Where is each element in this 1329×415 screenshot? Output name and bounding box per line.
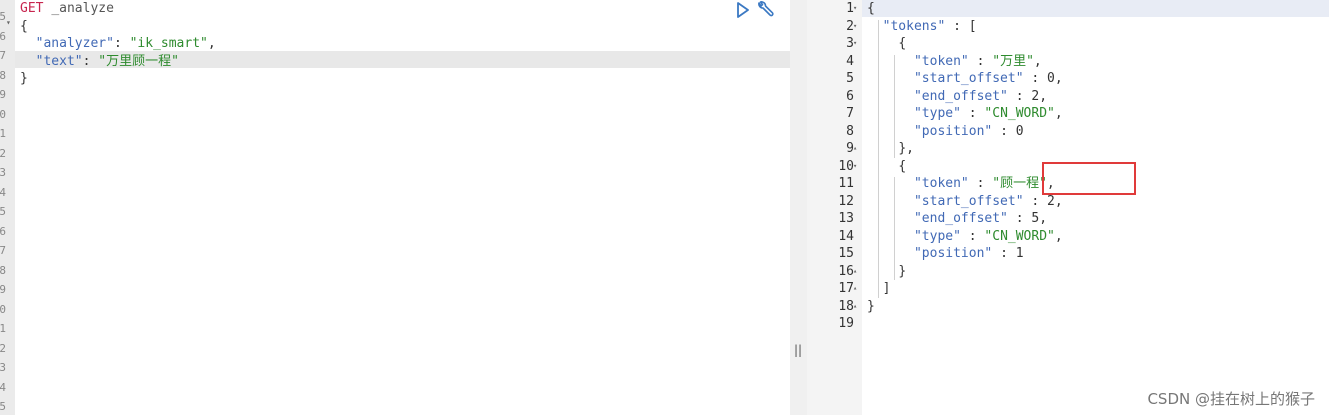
line-number: 7 <box>0 244 6 257</box>
pane-resize-divider[interactable]: || <box>790 0 807 415</box>
line-number: 4 <box>846 53 854 69</box>
response-line: "start_offset" : 2, <box>913 193 1063 209</box>
brace: { <box>20 18 28 34</box>
brace: } <box>20 71 28 86</box>
line-number: 13 <box>838 211 854 226</box>
fold-arrow-up-icon[interactable]: ▴ <box>853 298 857 315</box>
request-editor-pane[interactable]: ▾ 5 6 7 8 9 0 1 2 3 4 5 6 7 8 9 0 1 2 3 4 5 GET _analyze { "… <box>0 0 790 415</box>
line-number: 7 <box>0 49 6 62</box>
line-number: 2 <box>0 341 6 355</box>
indent-guide <box>878 19 879 298</box>
indent-guide <box>894 54 895 158</box>
line-number: 8 <box>0 68 6 82</box>
indent-guide <box>894 177 895 280</box>
fold-arrow-down-icon[interactable]: ▾ <box>853 158 857 175</box>
response-line: "type" : "CN_WORD", <box>913 228 1063 244</box>
response-line: "type" : "CN_WORD", <box>913 106 1063 121</box>
line-number: 3 <box>0 361 6 374</box>
line-number: 7 <box>846 106 854 121</box>
line-number: 6 <box>0 224 6 238</box>
response-viewer-pane[interactable]: 1 ▾ 2 ▾ 3 ▾ 4 5 6 7 8 9 ▴ 10 ▾ 11 12 13 14 15 16 ▴ 17 ▴ 18 ▴ 19 { … <box>807 0 1329 415</box>
line-number: 8 <box>846 123 854 139</box>
fold-arrow-down-icon[interactable]: ▾ <box>853 18 857 35</box>
line-number: 12 <box>838 193 854 209</box>
request-code-area[interactable]: GET _analyze { "analyzer": "ik_smart", "… <box>15 0 790 415</box>
line-number: 5 <box>0 400 6 413</box>
response-line: "token" : "顾一程", <box>913 176 1055 191</box>
line-number: 4 <box>0 380 6 394</box>
line-number: 14 <box>838 228 854 244</box>
line-number: 4 <box>0 185 6 199</box>
line-number: 5 <box>846 71 854 86</box>
line-number: 1 <box>0 127 6 140</box>
http-method: GET <box>20 1 44 16</box>
line-number: 3 <box>0 166 6 179</box>
wrench-icon[interactable] <box>756 1 776 19</box>
response-line: } <box>898 263 907 279</box>
line-number: 2 <box>846 18 854 34</box>
response-line: "position" : 1 <box>913 246 1024 261</box>
resize-handle[interactable]: || <box>794 343 802 357</box>
line-number: 17 <box>838 281 854 296</box>
response-gutter: 1 ▾ 2 ▾ 3 ▾ 4 5 6 7 8 9 ▴ 10 ▾ 11 12 13 14 15 16 ▴ 17 ▴ 18 ▴ 19 <box>807 0 862 415</box>
line-number: 5 <box>0 10 6 23</box>
response-line: } <box>867 298 875 314</box>
line-number: 1 <box>0 322 6 335</box>
line-number: 9 <box>846 141 854 156</box>
line-number: 8 <box>0 263 6 277</box>
fold-arrow-up-icon[interactable]: ▴ <box>853 280 857 297</box>
line-number: 9 <box>0 88 6 101</box>
line-number: 6 <box>0 29 6 43</box>
response-line: { <box>867 1 875 16</box>
line-number: 5 <box>0 205 6 218</box>
line-number: 9 <box>0 283 6 296</box>
fold-arrow-icon[interactable]: ▾ <box>6 18 11 27</box>
line-number: 11 <box>838 176 854 191</box>
line-number: 16 <box>838 263 854 279</box>
line-number: 3 <box>846 36 854 51</box>
fold-arrow-up-icon[interactable]: ▴ <box>853 140 857 157</box>
line-number: 6 <box>846 88 854 104</box>
request-line: "text": "万里顾一程" <box>35 53 179 69</box>
request-line: "analyzer": "ik_smart", <box>35 36 216 51</box>
request-line: { <box>20 18 28 35</box>
response-line: "tokens" : [ <box>882 18 977 34</box>
fold-arrow-up-icon[interactable]: ▴ <box>853 263 857 280</box>
response-line: }, <box>898 141 914 156</box>
line-number: 2 <box>0 146 6 160</box>
response-line: { <box>898 158 907 174</box>
response-line: { <box>898 36 907 51</box>
json-key: "analyzer" <box>35 36 114 51</box>
json-key: "text" <box>35 53 83 69</box>
line-number: 18 <box>838 298 854 314</box>
line-number: 10 <box>838 158 854 174</box>
response-line: "position" : 0 <box>913 123 1024 139</box>
response-line: "start_offset" : 0, <box>913 71 1063 86</box>
current-line-highlight <box>862 0 1329 17</box>
line-number: 0 <box>0 107 6 121</box>
request-line-1: GET _analyze <box>20 0 114 17</box>
line-number: 1 <box>846 1 854 16</box>
request-toolbar <box>736 0 776 20</box>
fold-arrow-down-icon[interactable]: ▾ <box>853 35 857 52</box>
json-string-value: "ik_smart" <box>129 36 208 51</box>
csdn-watermark: CSDN @挂在树上的猴子 <box>1147 390 1315 408</box>
line-number: 0 <box>0 302 6 316</box>
line-number: 19 <box>838 316 854 331</box>
response-code-area[interactable]: { "tokens" : [ { "token" : "万里", "start_… <box>862 0 1329 415</box>
play-icon[interactable] <box>736 2 750 18</box>
fold-arrow-down-icon[interactable]: ▾ <box>853 0 857 17</box>
json-string-value: "万里顾一程" <box>98 53 179 69</box>
request-gutter: ▾ 5 6 7 8 9 0 1 2 3 4 5 6 7 8 9 0 1 2 3 4 5 <box>0 0 15 415</box>
request-endpoint: _analyze <box>51 1 114 16</box>
annotation-highlight-box <box>1042 162 1136 195</box>
request-line: } <box>20 70 28 87</box>
line-number: 15 <box>838 246 854 261</box>
